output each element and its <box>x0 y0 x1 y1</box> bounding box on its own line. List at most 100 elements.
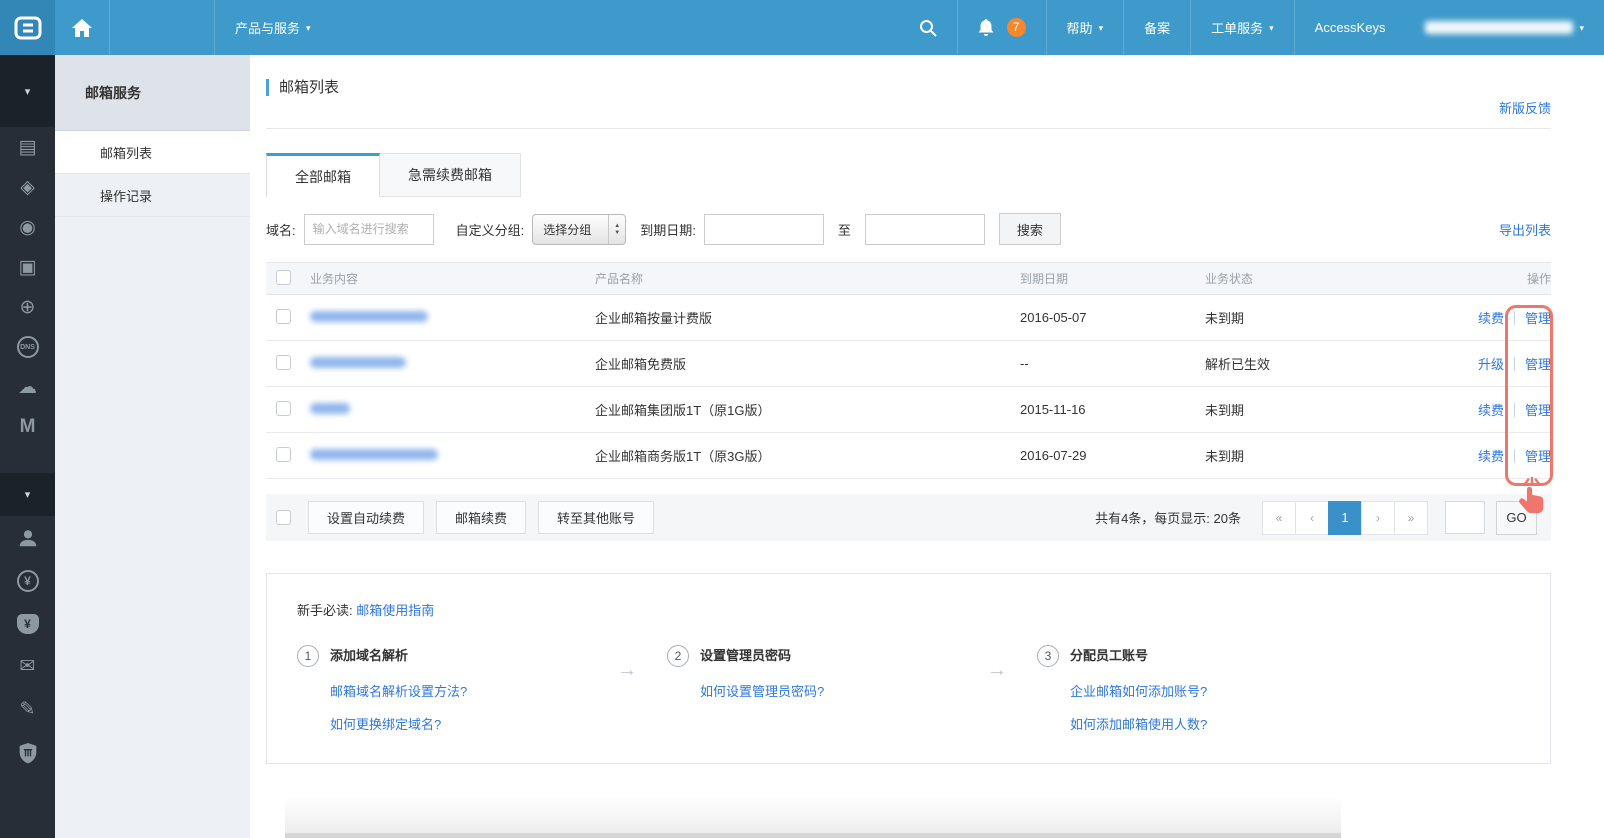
renew-link[interactable]: 续费 <box>1478 308 1504 327</box>
search-button[interactable]: 搜索 <box>999 213 1061 245</box>
sidebar-item-cloud-server[interactable]: ☁ <box>0 367 55 407</box>
sidebar-item-messages[interactable]: ✉ <box>0 645 55 688</box>
manage-link[interactable]: 管理 <box>1525 446 1551 465</box>
products-label: 产品与服务 <box>235 18 300 37</box>
last-page-button[interactable]: » <box>1394 501 1428 535</box>
accesskeys-label: AccessKeys <box>1315 20 1386 35</box>
page-1-button[interactable]: 1 <box>1328 501 1362 535</box>
step-arrow-icon: → <box>587 659 667 733</box>
prev-page-button[interactable]: ‹ <box>1295 501 1329 535</box>
aliyun-logo[interactable] <box>0 0 55 55</box>
export-list-link[interactable]: 导出列表 <box>1499 220 1551 239</box>
guide-link[interactable]: 企业邮箱如何添加账号? <box>1070 681 1207 700</box>
sidebar-item-dns[interactable]: DNS <box>0 327 55 367</box>
sidebar-item-user[interactable] <box>0 516 55 559</box>
help-menu[interactable]: 帮助 ▾ <box>1046 0 1124 55</box>
slb-nodes-icon: ◈ <box>20 176 35 199</box>
col-actions: 操作 <box>1435 270 1551 287</box>
renew-link[interactable]: 续费 <box>1478 446 1504 465</box>
sidebar-item-rds[interactable]: ◉ <box>0 207 55 247</box>
domain-blurred[interactable] <box>310 449 438 460</box>
sidebar-item-billing[interactable]: ¥ <box>0 559 55 602</box>
sidebar-item-security[interactable] <box>0 731 55 774</box>
sidebar-item-mail[interactable]: M <box>0 407 55 447</box>
group-label: 自定义分组: <box>456 220 525 239</box>
renew-link[interactable]: 续费 <box>1478 400 1504 419</box>
subnav-item-operation-log[interactable]: 操作记录 <box>55 174 250 217</box>
pagination-summary: 共有4条，每页显示: 20条 <box>1095 508 1241 527</box>
first-page-button[interactable]: « <box>1262 501 1296 535</box>
mail-m-icon: M <box>20 416 36 438</box>
sidebar-item-funds[interactable]: ¥ <box>0 602 55 645</box>
guide-link[interactable]: 邮箱域名解析设置方法? <box>330 681 467 700</box>
tab-label: 全部邮箱 <box>295 167 351 187</box>
guide-prefix: 新手必读: <box>297 603 353 618</box>
notifications-button[interactable]: 7 <box>957 0 1046 55</box>
guide-step-3: 3 分配员工账号 企业邮箱如何添加账号? 如何添加邮箱使用人数? <box>1037 645 1207 733</box>
funds-bag-icon: ¥ <box>17 614 39 634</box>
home-button[interactable] <box>55 0 110 55</box>
transfer-account-button[interactable]: 转至其他账号 <box>538 501 654 534</box>
mailbox-renew-button[interactable]: 邮箱续费 <box>436 501 526 534</box>
domain-search-input[interactable] <box>304 214 434 245</box>
manage-link[interactable]: 管理 <box>1525 308 1551 327</box>
products-menu[interactable]: 产品与服务 ▾ <box>215 0 331 55</box>
group-select[interactable]: 选择分组 ▲ ▼ <box>532 214 626 245</box>
bottom-sheet-edge <box>285 796 1341 838</box>
next-page-button[interactable]: › <box>1361 501 1395 535</box>
select-all-checkbox[interactable] <box>276 510 291 525</box>
subnav-item-mail-list[interactable]: 邮箱列表 <box>55 131 250 174</box>
home-icon <box>72 19 92 37</box>
action-separator <box>1514 403 1515 417</box>
domain-blurred[interactable] <box>310 403 350 414</box>
chevron-down-icon: ▾ <box>1579 24 1584 33</box>
ticket-service-menu[interactable]: 工单服务 ▾ <box>1190 0 1294 55</box>
guide-step-1: 1 添加域名解析 邮箱域名解析设置方法? 如何更换绑定域名? <box>297 645 587 733</box>
domain-blurred[interactable] <box>310 311 428 322</box>
mailbox-guide-link[interactable]: 邮箱使用指南 <box>356 603 434 618</box>
guide-link[interactable]: 如何添加邮箱使用人数? <box>1070 714 1207 733</box>
go-button[interactable]: GO <box>1496 501 1537 535</box>
sidebar-item-cdn[interactable]: ⊕ <box>0 287 55 327</box>
step-arrow-icon: → <box>957 659 1037 733</box>
guide-link[interactable]: 如何设置管理员密码? <box>700 681 824 700</box>
page-jump-input[interactable] <box>1445 501 1485 534</box>
step-number: 2 <box>667 645 689 667</box>
sidebar-collapse-top[interactable]: ▾ <box>0 55 55 127</box>
step-number: 1 <box>297 645 319 667</box>
chevron-down-icon: ▾ <box>25 85 31 98</box>
row-checkbox[interactable] <box>276 447 291 462</box>
accesskeys-link[interactable]: AccessKeys <box>1294 0 1406 55</box>
new-version-feedback-link[interactable]: 新版反馈 <box>1499 101 1551 116</box>
guide-link[interactable]: 如何更换绑定域名? <box>330 714 467 733</box>
account-menu[interactable]: ▾ <box>1405 0 1604 55</box>
icon-sidebar: ▾ ▤ ◈ ◉ ▣ ⊕ DNS ☁ M ▾ ¥ ¥ ✉ ✎ <box>0 55 55 838</box>
row-checkbox[interactable] <box>276 401 291 416</box>
sidebar-item-slb[interactable]: ◈ <box>0 167 55 207</box>
row-checkbox[interactable] <box>276 309 291 324</box>
auto-renew-button[interactable]: 设置自动续费 <box>308 501 424 534</box>
date-to-input[interactable] <box>865 214 985 245</box>
sidebar-item-ecs[interactable]: ▤ <box>0 127 55 167</box>
manage-link[interactable]: 管理 <box>1525 354 1551 373</box>
chevron-down-icon: ▾ <box>306 24 311 33</box>
domain-blurred[interactable] <box>310 357 406 368</box>
beian-link[interactable]: 备案 <box>1123 0 1190 55</box>
tab-label: 急需续费邮箱 <box>408 165 492 185</box>
manage-link[interactable]: 管理 <box>1525 400 1551 419</box>
date-from-input[interactable] <box>704 214 824 245</box>
upgrade-link[interactable]: 升级 <box>1478 354 1504 373</box>
sidebar-item-oss[interactable]: ▣ <box>0 247 55 287</box>
search-button[interactable] <box>899 0 957 55</box>
aliyun-logo-icon <box>13 13 43 43</box>
sidebar-collapse-bottom[interactable]: ▾ <box>0 473 55 516</box>
sidebar-item-feedback[interactable]: ✎ <box>0 688 55 731</box>
select-all-checkbox[interactable] <box>276 270 291 285</box>
subnav-header: 邮箱服务 <box>55 55 250 131</box>
row-checkbox[interactable] <box>276 355 291 370</box>
step-title: 添加域名解析 <box>330 645 467 667</box>
tab-renewal-needed[interactable]: 急需续费邮箱 <box>380 153 521 197</box>
table-row: 企业邮箱集团版1T（原1G版） 2015-11-16 未到期 续费 管理 <box>266 387 1551 433</box>
tab-all-mailboxes[interactable]: 全部邮箱 <box>266 153 380 197</box>
topbar: 产品与服务 ▾ 7 帮助 ▾ 备案 工单服务 ▾ Acc <box>0 0 1604 55</box>
